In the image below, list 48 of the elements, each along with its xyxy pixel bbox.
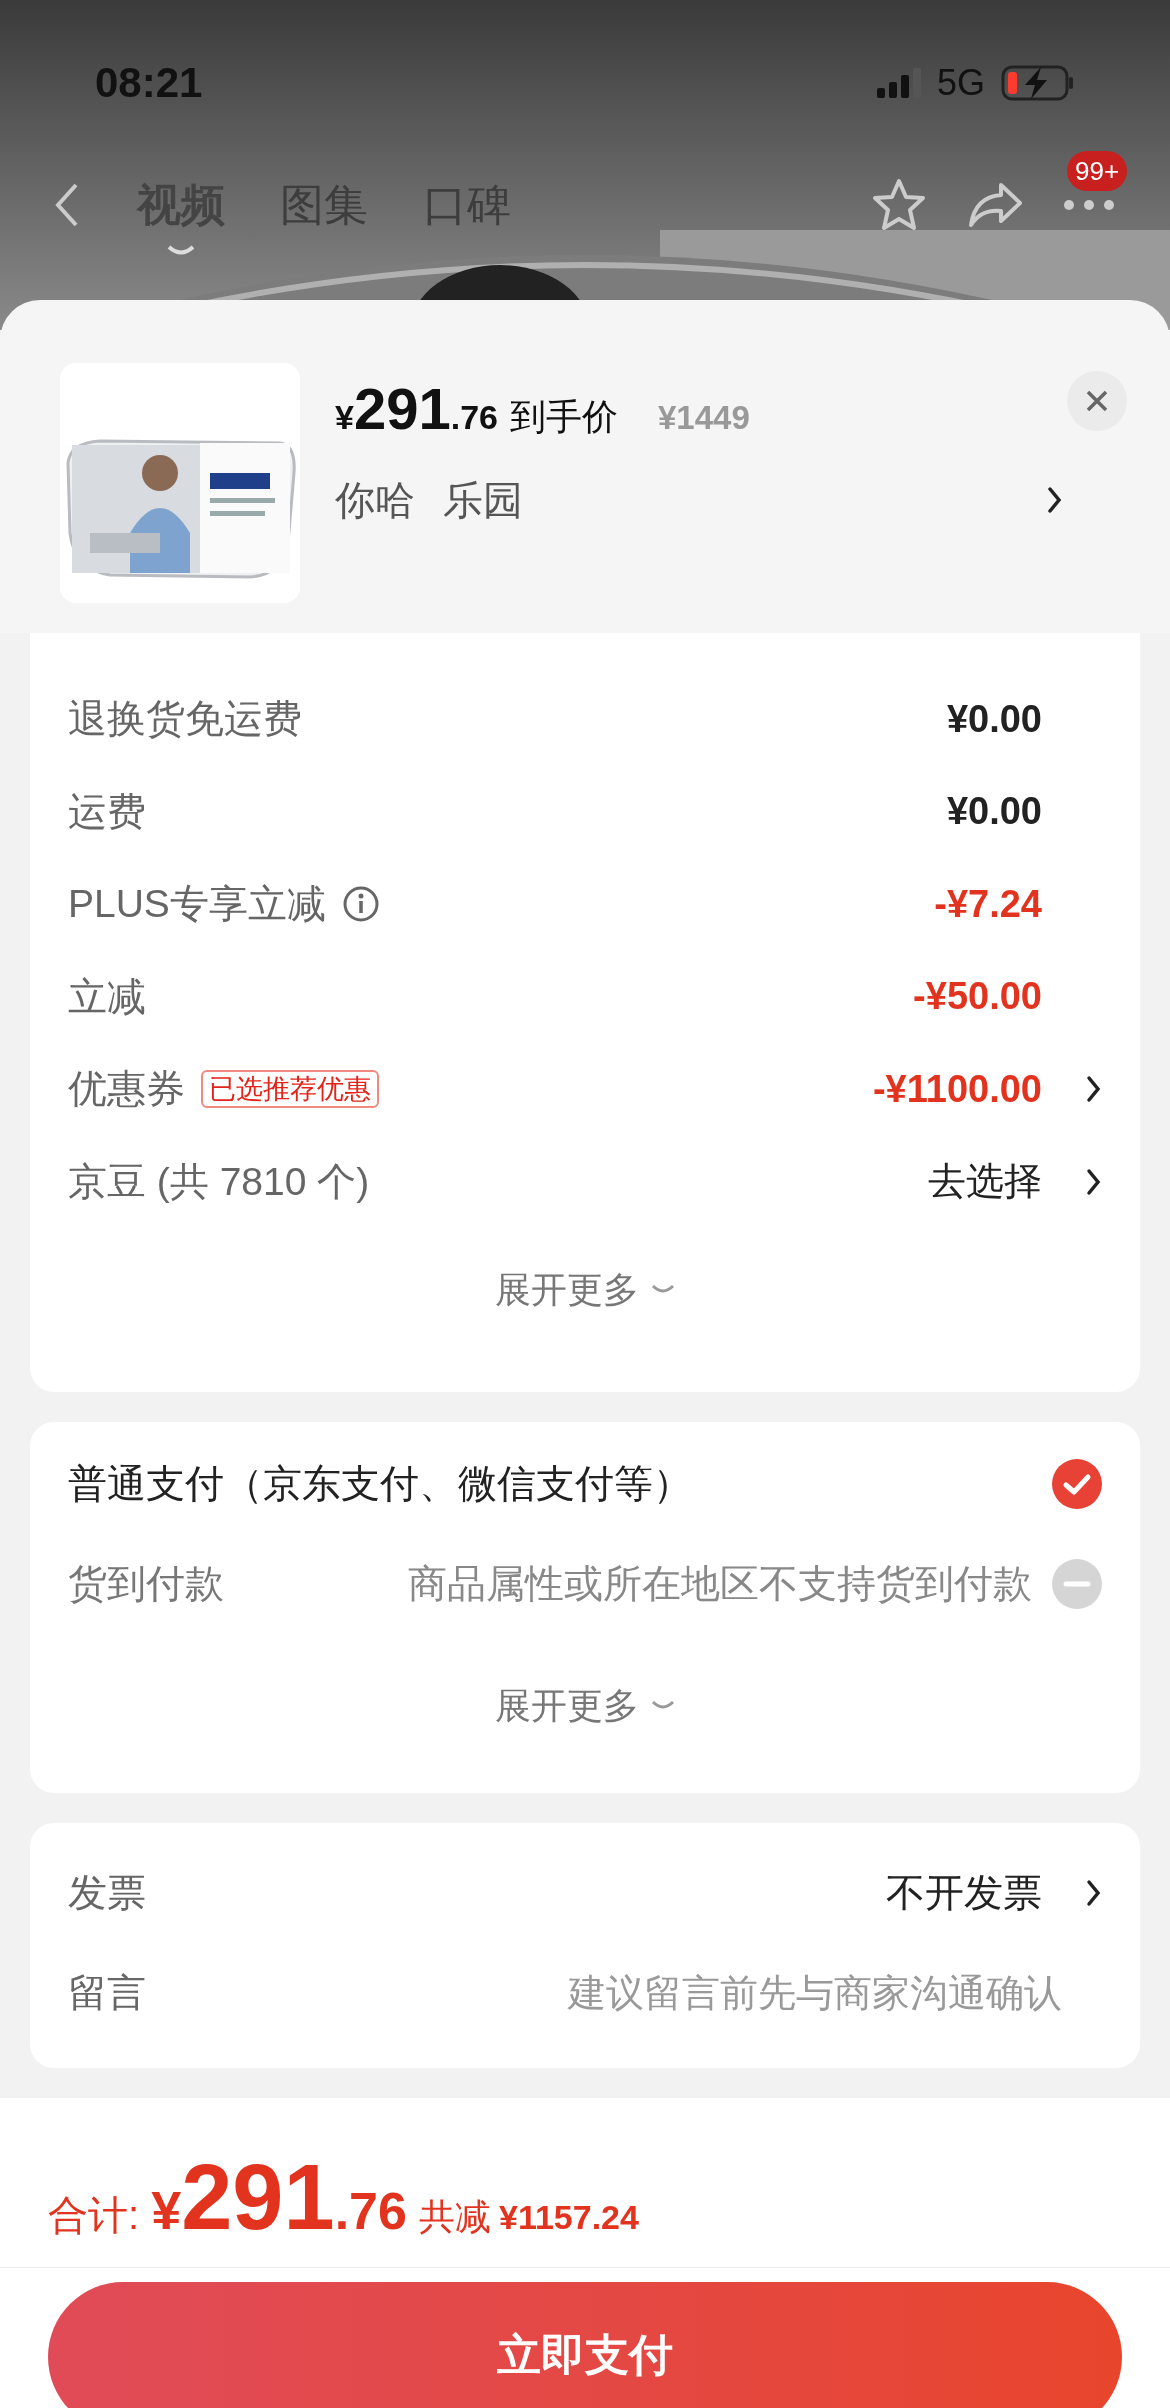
payment-note: 商品属性或所在地区不支持货到付款: [408, 1560, 1032, 1607]
variant-label: 乐园: [443, 477, 523, 524]
expand-more-button[interactable]: 展开更多: [495, 1263, 675, 1317]
coupon-tag: 已选推荐优惠: [201, 1070, 379, 1109]
close-icon: [1085, 389, 1109, 413]
charge-value: ¥0.00: [946, 789, 1042, 835]
expand-more-button[interactable]: 展开更多: [495, 1679, 675, 1733]
variant-label: 你哈: [335, 477, 415, 524]
charge-label: PLUS专享立减: [68, 881, 326, 927]
original-price: ¥1449: [657, 398, 750, 438]
charge-label: 京豆 (共 7810 个): [68, 1158, 370, 1205]
battery-charging-icon: [1001, 64, 1075, 101]
invoice-label: 发票: [68, 1869, 146, 1916]
network-label: 5G: [936, 60, 985, 105]
more-icon[interactable]: [1063, 199, 1115, 211]
charge-label: 运费: [68, 788, 146, 835]
price-currency: ¥: [335, 398, 354, 438]
message-field[interactable]: 建议留言前先与商家沟通确认: [362, 1964, 1062, 2022]
star-icon[interactable]: [871, 178, 927, 232]
payment-option[interactable]: 普通支付（京东支付、微信支付等）: [68, 1454, 692, 1514]
checked-radio-icon[interactable]: [1052, 1459, 1102, 1509]
status-time: 08:21: [95, 58, 203, 108]
charge-value: ¥0.00: [946, 696, 1042, 742]
invoice-value[interactable]: 不开发票: [886, 1863, 1042, 1923]
chevron-right-icon: [1047, 486, 1063, 514]
signal-icon: [876, 67, 921, 98]
saved-label: 共减: [418, 2195, 491, 2239]
charge-label: 优惠券: [68, 1066, 185, 1112]
total-decimal: .76: [334, 2181, 407, 2242]
saved-amount: ¥1157.24: [498, 2197, 639, 2238]
total-currency: ¥: [151, 2180, 182, 2242]
pay-button[interactable]: 立即支付: [48, 2282, 1122, 2408]
price-decimal: .76: [450, 397, 498, 438]
charge-label: 立减: [68, 973, 146, 1020]
charge-value[interactable]: 去选择: [928, 1153, 1042, 1211]
price-label: 到手价: [509, 395, 618, 439]
charge-value[interactable]: -¥1100.00: [872, 1060, 1042, 1118]
chevron-right-icon: [1086, 1879, 1102, 1907]
charge-label: 退换货免运费: [68, 696, 302, 742]
charge-value: -¥50.00: [913, 974, 1042, 1020]
back-icon[interactable]: [55, 182, 79, 228]
share-icon[interactable]: [967, 181, 1023, 229]
total-label: 合计:: [48, 2192, 140, 2239]
charge-value: -¥7.24: [934, 881, 1042, 927]
price-integer: 291: [353, 375, 451, 443]
message-label: 留言: [68, 1969, 146, 2016]
tab-indicator-icon: [166, 244, 196, 256]
total-integer: 291: [181, 2145, 335, 2250]
